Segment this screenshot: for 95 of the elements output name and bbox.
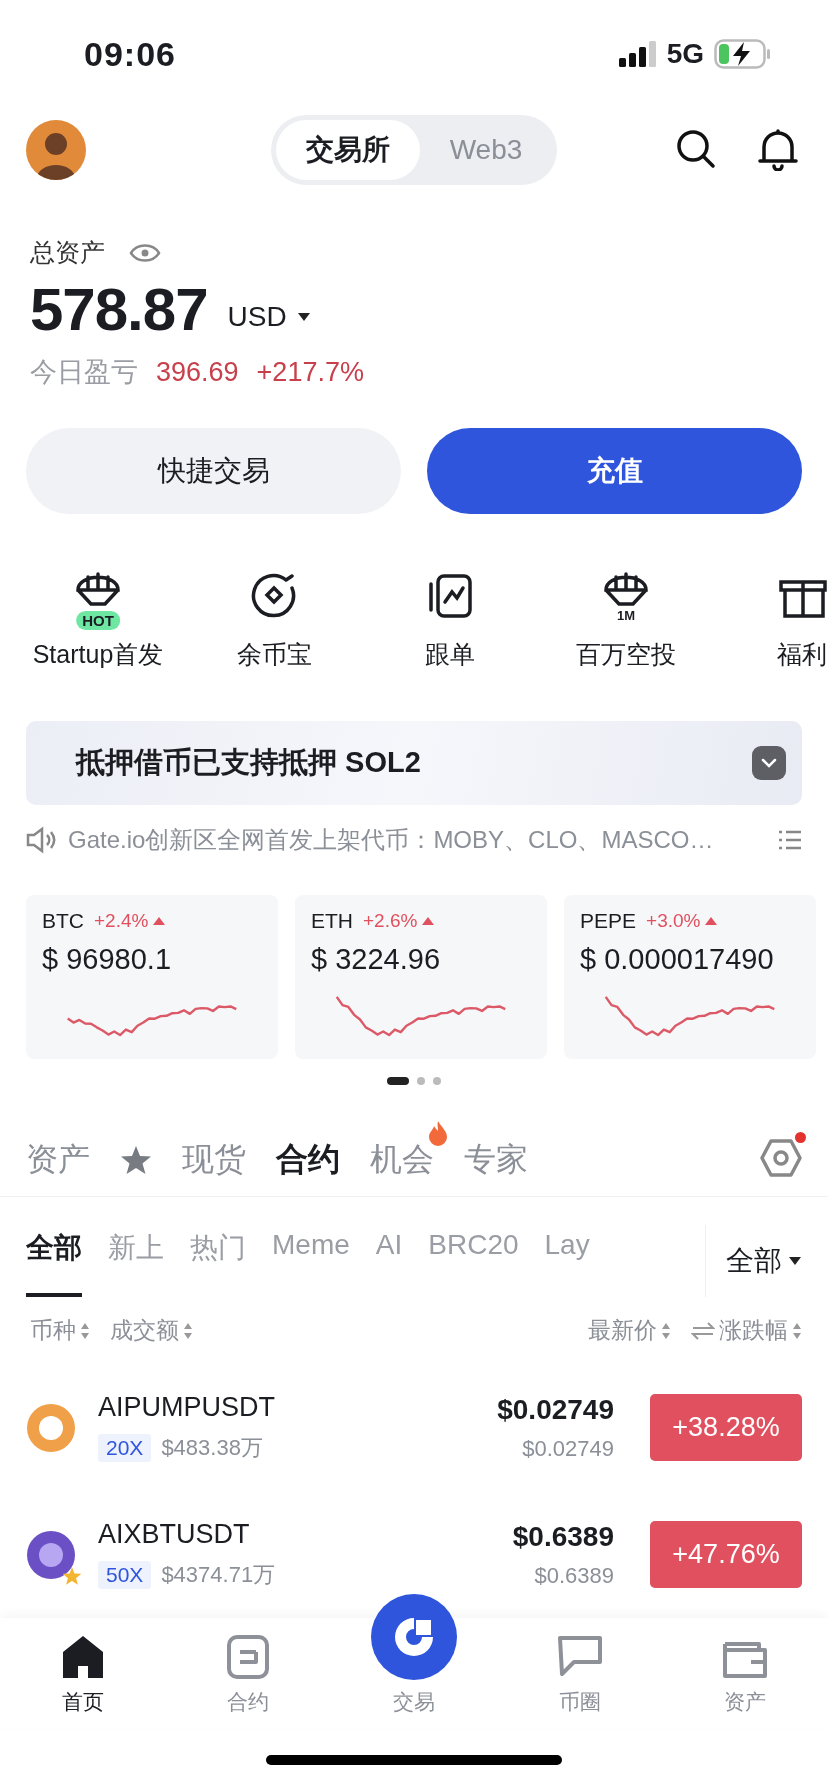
market-row[interactable]: AIXBTUSDT 50X $4374.71万 $0.6389 $0.6389 +47.76% — [0, 1491, 828, 1618]
market-tab[interactable]: 机会 — [370, 1137, 434, 1182]
shortcut-label[interactable]: 百万空投 — [576, 638, 676, 671]
pnl-label: 今日盈亏 — [30, 356, 138, 389]
category-tab[interactable]: Lay — [544, 1225, 590, 1297]
sort-icon[interactable] — [792, 1321, 802, 1340]
shortcut-label[interactable]: 余币宝 — [236, 638, 312, 671]
change-badge: +38.28% — [650, 1394, 802, 1461]
deposit-button[interactable]: 充值 — [427, 428, 802, 514]
volume-text: $4374.71万 — [161, 1561, 276, 1589]
hot-badge: HOT — [76, 611, 120, 630]
quick-trade-button[interactable]: 快捷交易 — [26, 428, 401, 514]
notice-text[interactable]: Gate.io创新区全网首发上架代币：MOBY、CLO、MASCO… — [68, 824, 766, 856]
category-tab[interactable]: Meme — [272, 1225, 350, 1297]
sort-icon[interactable] — [661, 1321, 671, 1340]
document-icon — [226, 1634, 271, 1680]
segment-tab[interactable]: Web3 — [419, 120, 553, 180]
category-filter[interactable]: 全部 — [726, 1242, 782, 1280]
nav-label[interactable]: 资产 — [724, 1688, 767, 1716]
network-label: 5G — [666, 38, 704, 70]
market-tab[interactable]: 资产 — [26, 1137, 90, 1182]
sort-icon[interactable] — [183, 1321, 193, 1340]
status-time: 09:06 — [84, 34, 176, 74]
nav-label[interactable]: 首页 — [61, 1688, 104, 1716]
nav-label[interactable]: 合约 — [227, 1688, 270, 1716]
total-assets-label: 总资产 — [30, 237, 105, 268]
nav-label[interactable]: 币圈 — [558, 1688, 601, 1716]
page-dot[interactable] — [433, 1077, 441, 1085]
settings-icon[interactable] — [760, 1137, 802, 1178]
last-price: $0.6389 — [512, 1520, 614, 1553]
category-tab[interactable]: BRC20 — [428, 1225, 519, 1297]
ticker-symbol: BTC — [42, 909, 84, 933]
ticker-change: +2.6% — [363, 910, 418, 932]
column-header[interactable]: 币种 — [30, 1315, 76, 1346]
ticker-card[interactable]: PEPE +3.0% $ 0.000017490 — [564, 895, 816, 1059]
category-tab[interactable]: AI — [375, 1225, 403, 1297]
nav-label[interactable]: 交易 — [393, 1688, 435, 1716]
ticker-price: $ 96980.1 — [42, 943, 172, 976]
pnl-percent: +217.7% — [256, 356, 364, 388]
ticker-card[interactable]: ETH +2.6% $ 3224.96 — [295, 895, 547, 1059]
page-dot[interactable] — [417, 1077, 425, 1085]
avatar[interactable] — [26, 120, 86, 180]
banner-text: 抵押借币已支持抵押 SOL2 — [76, 745, 421, 780]
caret-icon[interactable] — [788, 1256, 802, 1266]
up-triangle-icon — [704, 916, 719, 926]
ticker-change: +3.0% — [646, 910, 701, 932]
price-secondary: $0.02749 — [522, 1435, 614, 1462]
segment-tab[interactable]: 交易所 — [275, 120, 420, 180]
ticker-card[interactable]: BTC +2.4% $ 96980.1 — [26, 895, 278, 1059]
ticker-price: $ 0.000017490 — [580, 943, 775, 976]
caret-icon[interactable] — [296, 311, 311, 322]
coin-logo-icon — [26, 1402, 76, 1453]
up-triangle-icon — [152, 916, 167, 926]
sort-icon[interactable] — [80, 1321, 90, 1340]
leverage-tag: 50X — [98, 1561, 152, 1589]
up-triangle-icon — [421, 916, 436, 926]
market-tab[interactable]: 专家 — [464, 1137, 528, 1182]
coin-logo-icon — [26, 1529, 76, 1580]
currency-selector[interactable]: USD — [227, 300, 287, 333]
swap-icon[interactable] — [691, 1321, 715, 1340]
market-tab[interactable]: 合约 — [276, 1137, 340, 1182]
column-header[interactable]: 成交额 — [110, 1315, 179, 1346]
category-tab[interactable]: 全部 — [26, 1225, 82, 1297]
ticker-change: +2.4% — [94, 910, 149, 932]
total-amount: 578.87 — [30, 275, 208, 344]
last-price: $0.02749 — [497, 1393, 614, 1426]
ticker-symbol: ETH — [311, 909, 353, 933]
category-tab[interactable]: 新上 — [108, 1225, 164, 1297]
price-secondary: $0.6389 — [534, 1562, 614, 1589]
search-icon[interactable] — [676, 129, 716, 169]
ticker-price: $ 3224.96 — [311, 943, 441, 976]
signal-icon — [618, 41, 657, 67]
chevron-down-icon[interactable] — [752, 746, 786, 780]
pair-symbol: AIXBTUSDT — [98, 1519, 251, 1550]
column-header[interactable]: 涨跌幅 — [719, 1315, 788, 1346]
star-icon[interactable] — [120, 1144, 152, 1175]
market-row[interactable]: AIPUMPUSDT 20X $483.38万 $0.02749 $0.02749 +38.28% — [0, 1364, 828, 1491]
eye-icon[interactable] — [129, 241, 161, 264]
market-tab[interactable]: 现货 — [182, 1137, 246, 1182]
promo-banner[interactable]: 抵押借币已支持抵押 SOL2 — [26, 721, 802, 805]
pair-symbol: AIPUMPUSDT — [98, 1392, 277, 1423]
volume-text: $483.38万 — [161, 1434, 263, 1462]
shortcut-label[interactable]: 跟单 — [425, 638, 475, 671]
speaker-icon — [26, 826, 56, 854]
category-tab[interactable]: 热门 — [190, 1225, 246, 1297]
shortcut-label[interactable]: Startup首发 — [32, 638, 164, 671]
leverage-tag: 20X — [98, 1434, 152, 1462]
bell-icon[interactable] — [758, 129, 798, 171]
battery-icon — [714, 39, 772, 69]
shortcut-label[interactable]: 福利 — [777, 638, 827, 671]
pnl-value: 396.69 — [156, 356, 239, 388]
change-badge: +47.76% — [650, 1521, 802, 1588]
column-header[interactable]: 最新价 — [588, 1315, 657, 1346]
ticker-symbol: PEPE — [580, 909, 637, 933]
list-icon[interactable] — [778, 829, 802, 851]
